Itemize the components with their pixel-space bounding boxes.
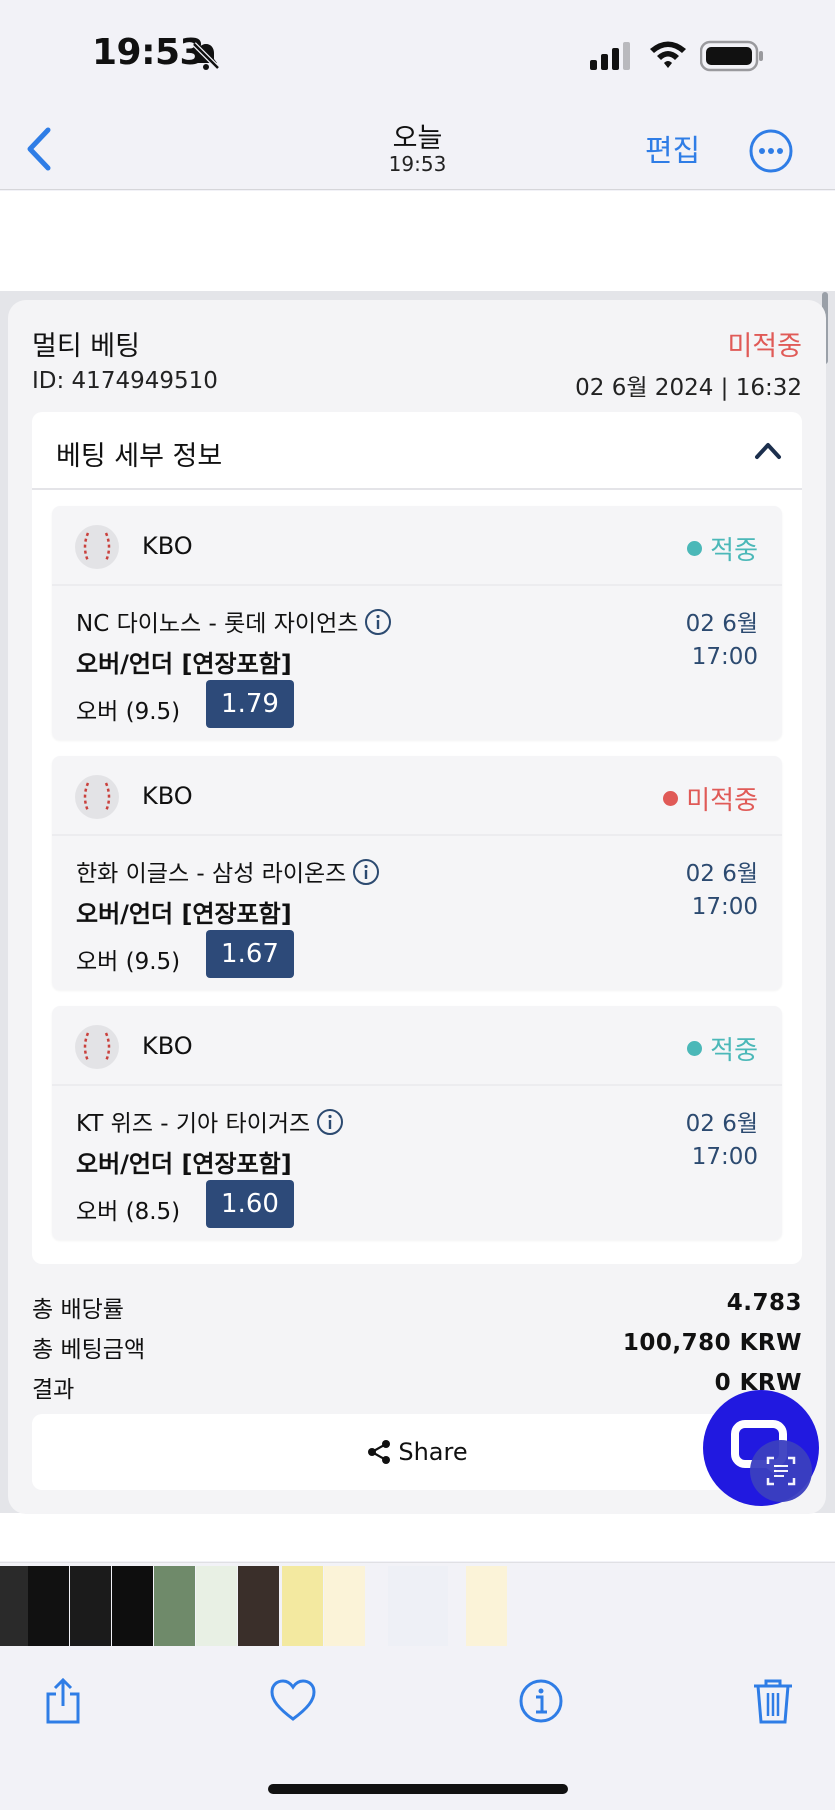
nav-title: 오늘	[392, 123, 443, 154]
heart-icon[interactable]	[268, 1676, 318, 1726]
leg-header: KBO 미적중	[52, 756, 782, 836]
odds-badge: 1.67	[206, 930, 294, 978]
leg-result-label: 적중	[710, 536, 758, 566]
league-name: KBO	[142, 1032, 193, 1060]
share-icon	[368, 1440, 391, 1464]
scan-text-icon	[766, 1456, 796, 1486]
baseball-icon	[75, 525, 119, 569]
thumbnail-current[interactable]	[388, 1566, 448, 1646]
status-bar: 19:53	[0, 0, 835, 110]
bet-type-title: 멀티 베팅	[32, 331, 140, 362]
info-icon[interactable]	[352, 858, 380, 886]
share-button-content: Share	[32, 1438, 802, 1466]
leg-result: 적중	[687, 1030, 758, 1067]
nav-bar: 오늘 19:53 편집	[0, 110, 835, 190]
market-name: 오버/언더 [연장포함]	[76, 650, 292, 678]
thumbnail[interactable]	[282, 1566, 323, 1646]
match-date: 02 6월	[685, 1111, 758, 1137]
match-teams: 한화 이글스 - 삼성 라이온즈	[76, 854, 380, 888]
home-indicator[interactable]	[268, 1784, 568, 1794]
info-circle-icon[interactable]	[516, 1676, 566, 1726]
bet-leg: KBO 적중 KT 위즈 - 기아 타이거즈 02 6월 오버/언더 [연장포함…	[52, 1006, 782, 1240]
match-date: 02 6월	[685, 611, 758, 637]
pick-label: 오버 (9.5)	[76, 699, 181, 725]
bet-date: 02 6월 2024 | 16:32	[575, 375, 802, 401]
info-icon[interactable]	[364, 608, 392, 636]
bell-slash-icon	[192, 42, 220, 70]
bet-details-header[interactable]: 베팅 세부 정보	[32, 412, 802, 490]
share-button[interactable]: Share	[32, 1414, 802, 1490]
thumbnail[interactable]	[28, 1566, 69, 1646]
match-teams-label: KT 위즈 - 기아 타이거즈	[76, 1111, 311, 1137]
match-teams: NC 다이노스 - 롯데 자이언츠	[76, 604, 392, 638]
share-upload-icon[interactable]	[38, 1676, 88, 1726]
baseball-icon	[75, 775, 119, 819]
status-time: 19:53	[92, 32, 205, 73]
result-dot	[687, 541, 703, 556]
bet-details-panel: 베팅 세부 정보 KBO 적중 NC 다이노스 - 롯데 자이언츠 02 6월 …	[32, 412, 802, 1264]
leg-result: 적중	[687, 530, 758, 567]
bet-card: 멀티 베팅 미적중 ID: 4174949510 02 6월 2024 | 16…	[8, 300, 826, 1514]
total-stake-value: 100,780 KRW	[622, 1330, 802, 1356]
bet-leg: KBO 미적중 한화 이글스 - 삼성 라이온즈 02 6월 오버/언더 [연장…	[52, 756, 782, 990]
total-odds-label: 총 배당률	[32, 1297, 124, 1323]
leg-result-label: 적중	[710, 1036, 758, 1066]
match-teams-label: NC 다이노스 - 롯데 자이언츠	[76, 611, 359, 637]
result-dot	[663, 791, 679, 806]
thumbnail[interactable]	[324, 1566, 365, 1646]
leg-result-label: 미적중	[686, 786, 758, 816]
chevron-up-icon[interactable]	[754, 440, 782, 460]
match-teams: KT 위즈 - 기아 타이거즈	[76, 1104, 344, 1138]
signal-icon	[590, 42, 630, 70]
result-dot	[687, 1041, 703, 1056]
thumbnail[interactable]	[112, 1566, 153, 1646]
thumbnail[interactable]	[466, 1566, 507, 1646]
scan-text-button[interactable]	[750, 1440, 812, 1502]
thumbnail[interactable]	[154, 1566, 195, 1646]
match-time: 17:00	[691, 1144, 758, 1170]
odds-badge: 1.60	[206, 1180, 294, 1228]
market-name: 오버/언더 [연장포함]	[76, 1150, 292, 1178]
thumbnail[interactable]	[238, 1566, 279, 1646]
league-name: KBO	[142, 532, 193, 560]
total-odds-value: 4.783	[726, 1290, 802, 1316]
info-icon[interactable]	[316, 1108, 344, 1136]
leg-header: KBO 적중	[52, 506, 782, 586]
pick-label: 오버 (8.5)	[76, 1199, 181, 1225]
wifi-icon	[650, 41, 686, 68]
more-icon[interactable]	[748, 128, 794, 174]
edit-button[interactable]: 편집	[645, 126, 700, 170]
match-time: 17:00	[691, 644, 758, 670]
trash-icon[interactable]	[748, 1676, 798, 1726]
bet-id: ID: 4174949510	[32, 368, 218, 394]
match-teams-label: 한화 이글스 - 삼성 라이온즈	[76, 861, 347, 887]
leg-header: KBO 적중	[52, 1006, 782, 1086]
nav-subtitle: 19:53	[388, 152, 447, 176]
bet-leg: KBO 적중 NC 다이노스 - 롯데 자이언츠 02 6월 오버/언더 [연장…	[52, 506, 782, 740]
market-name: 오버/언더 [연장포함]	[76, 900, 292, 928]
match-date: 02 6월	[685, 861, 758, 887]
baseball-icon	[75, 1025, 119, 1069]
league-name: KBO	[142, 782, 193, 810]
pick-label: 오버 (9.5)	[76, 949, 181, 975]
battery-icon	[700, 40, 763, 72]
odds-badge: 1.79	[206, 680, 294, 728]
result-label: 결과	[32, 1377, 75, 1403]
share-label: Share	[398, 1438, 468, 1466]
thumbnail-strip[interactable]	[0, 1562, 835, 1648]
bet-details-title: 베팅 세부 정보	[56, 441, 223, 472]
thumbnail[interactable]	[70, 1566, 111, 1646]
match-time: 17:00	[691, 894, 758, 920]
leg-result: 미적중	[663, 780, 758, 817]
thumbnail[interactable]	[196, 1566, 237, 1646]
bet-status: 미적중	[727, 331, 802, 362]
total-stake-label: 총 베팅금액	[32, 1337, 146, 1363]
